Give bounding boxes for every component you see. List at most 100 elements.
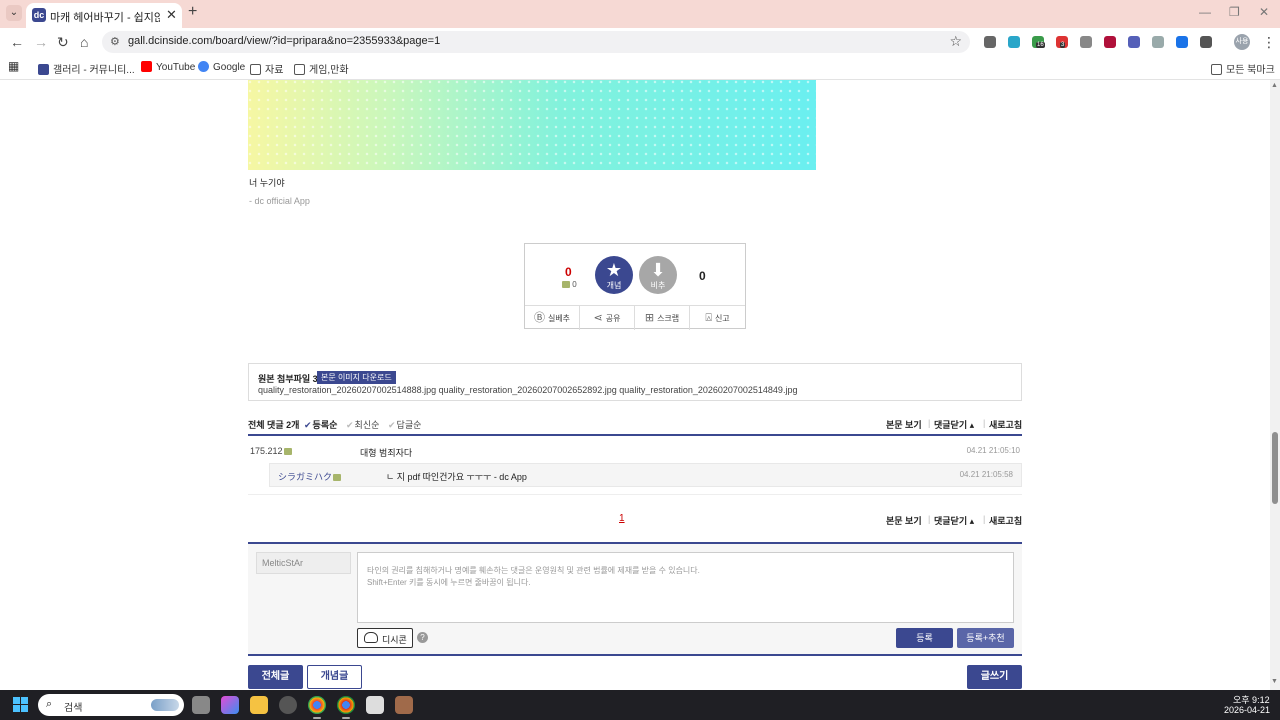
window-close-button[interactable]: ✕ bbox=[1259, 5, 1269, 19]
messenger-icon[interactable] bbox=[366, 696, 384, 714]
extension-icon[interactable] bbox=[1128, 36, 1140, 48]
extension-badge: 3 bbox=[1060, 42, 1066, 48]
extension-icon[interactable] bbox=[1104, 36, 1116, 48]
new-tab-button[interactable]: + bbox=[188, 3, 197, 21]
image-download-button[interactable]: 본문 이미지 다운로드 bbox=[317, 371, 396, 384]
comment-row: 175.212 대형 범죄자다 04.21 21:05:10 bbox=[248, 440, 1022, 462]
taskbar-search[interactable]: ⌕ 검색 bbox=[38, 694, 184, 716]
extension-icon[interactable]: 16 bbox=[1032, 36, 1045, 48]
app-icon[interactable] bbox=[395, 696, 413, 714]
extension-icon[interactable] bbox=[1008, 36, 1020, 48]
scrollbar-thumb[interactable] bbox=[1272, 432, 1278, 504]
nickname-field[interactable]: MelticStAr bbox=[256, 552, 351, 574]
reply-author[interactable]: シラガミハク bbox=[278, 470, 342, 483]
submit-button[interactable]: 등록 bbox=[896, 628, 953, 648]
link-divider: | bbox=[983, 418, 986, 428]
concept-posts-button[interactable]: 개념글 bbox=[307, 665, 362, 689]
siren-icon: ⍓ bbox=[705, 312, 712, 324]
close-comments-link[interactable]: 댓글닫기 ▴ bbox=[934, 514, 974, 527]
dc-icon bbox=[38, 64, 49, 75]
bookmark-star-icon[interactable]: ☆ bbox=[949, 33, 962, 50]
all-bookmarks-folder[interactable]: 모든 북마크 bbox=[1211, 61, 1275, 76]
post-signature: - dc official App bbox=[249, 196, 310, 206]
bookmark-folder[interactable]: 자료 bbox=[250, 61, 283, 76]
reload-icon[interactable]: ↻ bbox=[57, 34, 69, 51]
board-bottom-buttons: 전체글 개념글 글쓰기 bbox=[248, 665, 1022, 689]
view-post-link[interactable]: 본문 보기 bbox=[886, 514, 922, 527]
help-icon[interactable]: ? bbox=[417, 632, 428, 643]
extensions-puzzle-icon[interactable] bbox=[1200, 36, 1212, 48]
report-button[interactable]: ⍓ 신고 bbox=[690, 306, 745, 330]
all-posts-button[interactable]: 전체글 bbox=[248, 665, 303, 689]
upvote-button[interactable]: ★ 개념 bbox=[595, 256, 633, 294]
extension-icon[interactable] bbox=[1080, 36, 1092, 48]
dccon-button[interactable]: 디시콘 bbox=[357, 628, 413, 648]
write-post-button[interactable]: 글쓰기 bbox=[967, 665, 1022, 689]
taskbar-date[interactable]: 2026-04-21 bbox=[1224, 705, 1270, 715]
extension-icon[interactable] bbox=[984, 36, 996, 48]
scroll-down-icon[interactable]: ▼ bbox=[1271, 678, 1278, 685]
post-image[interactable] bbox=[248, 80, 816, 170]
restore-button[interactable]: ❐ bbox=[1229, 5, 1240, 19]
sort-by-registration[interactable]: ✔등록순 bbox=[304, 418, 337, 431]
share-button[interactable]: ⋖ 공유 bbox=[580, 306, 635, 330]
page-content: 너 누기야 - dc official App 0 0 ★ 개념 ⬇ 비추 0 … bbox=[0, 80, 1280, 690]
page-scrollbar[interactable]: ▲ ▼ bbox=[1270, 80, 1280, 690]
link-divider: | bbox=[983, 514, 986, 524]
scroll-up-icon[interactable]: ▲ bbox=[1271, 82, 1278, 89]
profile-avatar[interactable]: 사용 bbox=[1234, 34, 1250, 50]
attachments-title: 원본 첨부파일 3 bbox=[258, 374, 318, 384]
youtube-icon bbox=[141, 61, 152, 72]
bookmark-item[interactable]: YouTube bbox=[141, 61, 195, 73]
comment-placeholder-hint: Shift+Enter 키를 동시에 누르면 줄바꿈이 됩니다. bbox=[367, 578, 531, 587]
comment-page-1[interactable]: 1 bbox=[619, 513, 625, 524]
back-arrow-icon[interactable]: ← bbox=[10, 34, 24, 50]
reply-row: シラガミハク ㄴ 지 pdf 따인건가요 ㅜㅜㅜ - dc App 04.21 … bbox=[269, 463, 1022, 487]
forward-arrow-icon[interactable]: → bbox=[34, 34, 48, 50]
extension-icon[interactable] bbox=[1152, 36, 1164, 48]
bookmark-item[interactable]: Google bbox=[198, 61, 245, 73]
url-text[interactable]: gall.dcinside.com/board/view/?id=pripara… bbox=[128, 35, 440, 47]
browser-menu-icon[interactable]: ⋮ bbox=[1262, 34, 1276, 51]
refresh-comments-link[interactable]: 새로고침 bbox=[989, 418, 1022, 431]
check-icon: ✔ bbox=[346, 420, 354, 430]
bookmark-folder[interactable]: 게임,만화 bbox=[294, 61, 349, 76]
copilot-icon[interactable] bbox=[221, 696, 239, 714]
view-post-link[interactable]: 본문 보기 bbox=[886, 418, 922, 431]
app-icon[interactable] bbox=[279, 696, 297, 714]
tab-search-chevron-icon[interactable]: ⌄ bbox=[6, 5, 22, 21]
best-recommend-button[interactable]: Ⓑ 실베추 bbox=[525, 306, 580, 330]
tab-close-icon[interactable]: ✕ bbox=[166, 7, 177, 23]
comment-author[interactable]: 175.212 bbox=[250, 446, 292, 456]
home-icon[interactable]: ⌂ bbox=[80, 34, 88, 50]
task-view-icon[interactable] bbox=[192, 696, 210, 714]
scrap-button[interactable]: ⊞ 스크랩 bbox=[635, 306, 690, 330]
minimize-button[interactable]: — bbox=[1199, 5, 1211, 19]
apps-grid-icon[interactable]: ▦ bbox=[8, 59, 19, 73]
vote-actions: Ⓑ 실베추 ⋖ 공유 ⊞ 스크랩 ⍓ 신고 bbox=[525, 305, 745, 330]
comment-total: 전체 댓글 2개 bbox=[248, 420, 300, 430]
sort-by-replies[interactable]: ✔답글순 bbox=[388, 418, 421, 431]
extension-icon[interactable]: 3 bbox=[1056, 36, 1068, 48]
site-info-icon[interactable]: ⚙ bbox=[110, 35, 120, 48]
comment-placeholder: 타인의 권리를 침해하거나 명예를 훼손하는 댓글은 운영원칙 및 관련 법률에… bbox=[367, 566, 700, 575]
link-divider: | bbox=[928, 514, 931, 524]
chrome-icon[interactable] bbox=[308, 696, 326, 719]
sort-by-latest[interactable]: ✔최신순 bbox=[346, 418, 379, 431]
windows-start-icon[interactable] bbox=[13, 697, 29, 713]
address-bar[interactable]: ⚙ gall.dcinside.com/board/view/?id=pripa… bbox=[102, 31, 970, 53]
submit-recommend-button[interactable]: 등록+추천 bbox=[957, 628, 1014, 648]
active-tab[interactable]: dc 마캐 헤어바꾸기 - 쉽지않음 - ✕ bbox=[26, 3, 182, 28]
file-explorer-icon[interactable] bbox=[250, 696, 268, 714]
extension-badge: 16 bbox=[1036, 42, 1045, 48]
close-comments-link[interactable]: 댓글닫기 ▴ bbox=[934, 418, 974, 431]
download-icon[interactable] bbox=[1176, 36, 1188, 48]
bookmark-item[interactable]: 갤러리 - 커뮤니티... bbox=[38, 61, 135, 76]
comment-textarea[interactable]: 타인의 권리를 침해하거나 명예를 훼손하는 댓글은 운영원칙 및 관련 법률에… bbox=[357, 552, 1014, 623]
comment-divider bbox=[248, 434, 1022, 436]
attachment-file-list[interactable]: quality_restoration_20260207002514888.jp… bbox=[258, 385, 797, 395]
downvote-button[interactable]: ⬇ 비추 bbox=[639, 256, 677, 294]
chrome-profile-icon[interactable] bbox=[337, 696, 355, 719]
comment-date: 04.21 21:05:10 bbox=[966, 446, 1020, 455]
refresh-comments-link[interactable]: 새로고침 bbox=[989, 514, 1022, 527]
